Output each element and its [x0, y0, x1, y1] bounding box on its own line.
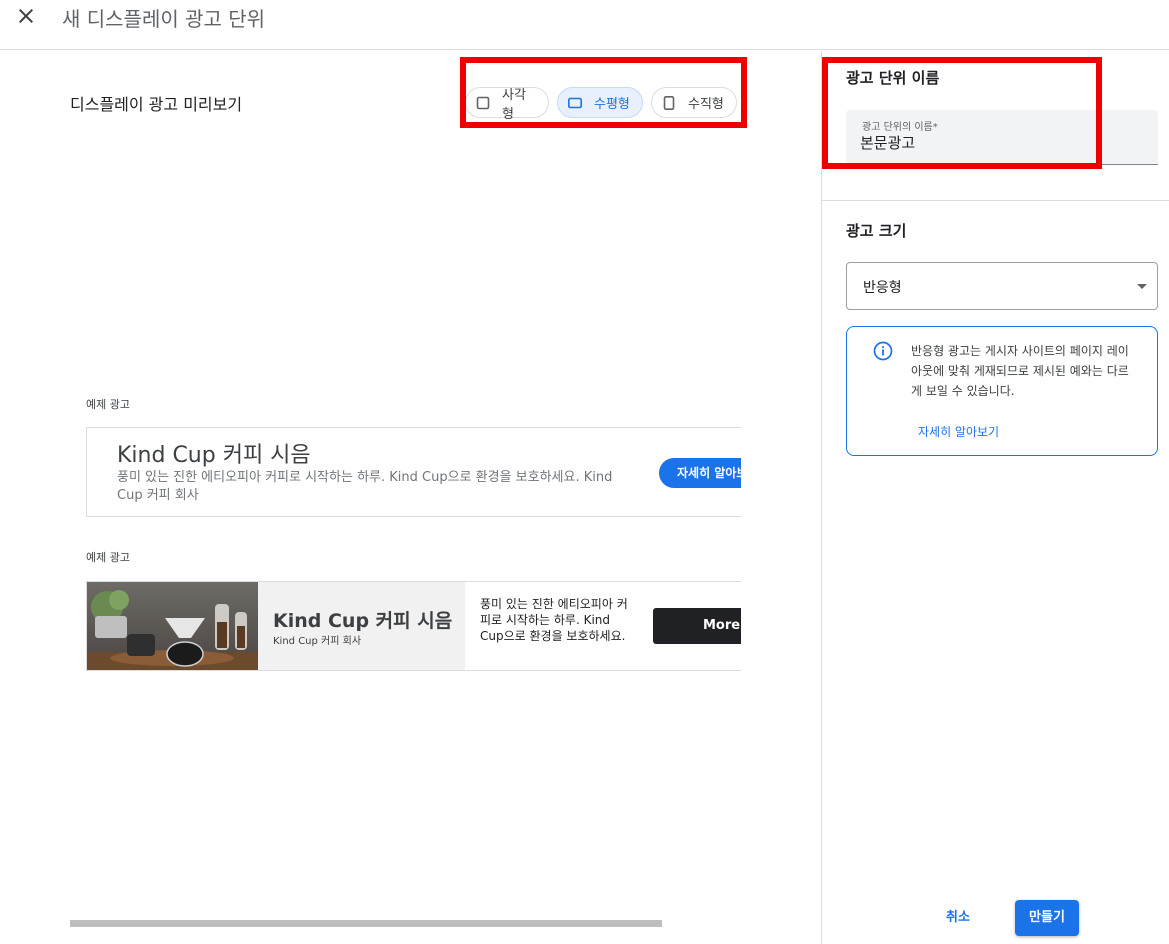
ad-description: 풍미 있는 진한 에티오피아 커피로 시작하는 하루. Kind Cup으로 환…	[480, 597, 628, 643]
preview-panel: 디스플레이 광고 미리보기 사각형 수평형 수직형 예제 광고 Kind Cup…	[0, 51, 821, 944]
info-text: 반응형 광고는 게시자 사이트의 페이지 레이아웃에 맞춰 게재되므로 제시된 …	[911, 344, 1129, 398]
coffee-photo	[87, 582, 258, 670]
ad-size-title: 광고 크기	[846, 222, 907, 240]
ad-unit-name-title: 광고 단위 이름	[846, 69, 940, 87]
learn-more-link[interactable]: 자세히 알아보기	[918, 423, 999, 440]
sample-ad-label: 예제 광고	[86, 551, 130, 564]
ad-company: Kind Cup 커피 회사	[273, 636, 362, 647]
ad-headline: Kind Cup 커피 시음	[117, 443, 311, 468]
ad-unit-name-input[interactable]	[860, 133, 1140, 151]
ad-size-select[interactable]: 반응형	[846, 262, 1158, 310]
ad-brand-area: Kind Cup 커피 시음 Kind Cup 커피 회사	[258, 582, 465, 670]
info-icon	[873, 341, 893, 361]
create-button[interactable]: 만들기	[1015, 900, 1079, 936]
info-callout: 반응형 광고는 게시자 사이트의 페이지 레이아웃에 맞춰 게재되므로 제시된 …	[846, 326, 1158, 456]
page-title: 새 디스플레이 광고 단위	[62, 7, 266, 31]
ad-unit-name-field[interactable]: 광고 단위의 이름*	[846, 110, 1158, 165]
cancel-button[interactable]: 취소	[934, 901, 982, 935]
ad-cta-button[interactable]: More	[653, 608, 741, 644]
sample-ad-image: Kind Cup 커피 시음 Kind Cup 커피 회사 풍미 있는 진한 에…	[86, 581, 741, 671]
ad-unit-name-label: 광고 단위의 이름*	[862, 122, 938, 133]
ad-cta-button[interactable]: 자세히 알아보기	[659, 458, 741, 488]
ad-headline: Kind Cup 커피 시음	[273, 610, 453, 632]
highlight-box	[460, 57, 747, 128]
preview-title: 디스플레이 광고 미리보기	[70, 95, 243, 114]
dialog-header: 새 디스플레이 광고 단위	[0, 0, 1169, 50]
settings-panel: 광고 단위 이름 광고 단위의 이름* 광고 크기 반응형 반응형 광고는 게시…	[821, 51, 1169, 944]
dropdown-arrow-icon	[1137, 284, 1147, 289]
ad-description: 풍미 있는 진한 에티오피아 커피로 시작하는 하루. Kind Cup으로 환…	[117, 470, 613, 503]
sample-ad-label: 예제 광고	[86, 398, 130, 411]
sample-ad-text: Kind Cup 커피 시음 풍미 있는 진한 에티오피아 커피로 시작하는 하…	[86, 427, 741, 517]
horizontal-scrollbar[interactable]	[70, 920, 662, 927]
divider	[822, 200, 1169, 201]
ad-size-value: 반응형	[863, 280, 902, 296]
close-icon[interactable]	[14, 4, 38, 28]
